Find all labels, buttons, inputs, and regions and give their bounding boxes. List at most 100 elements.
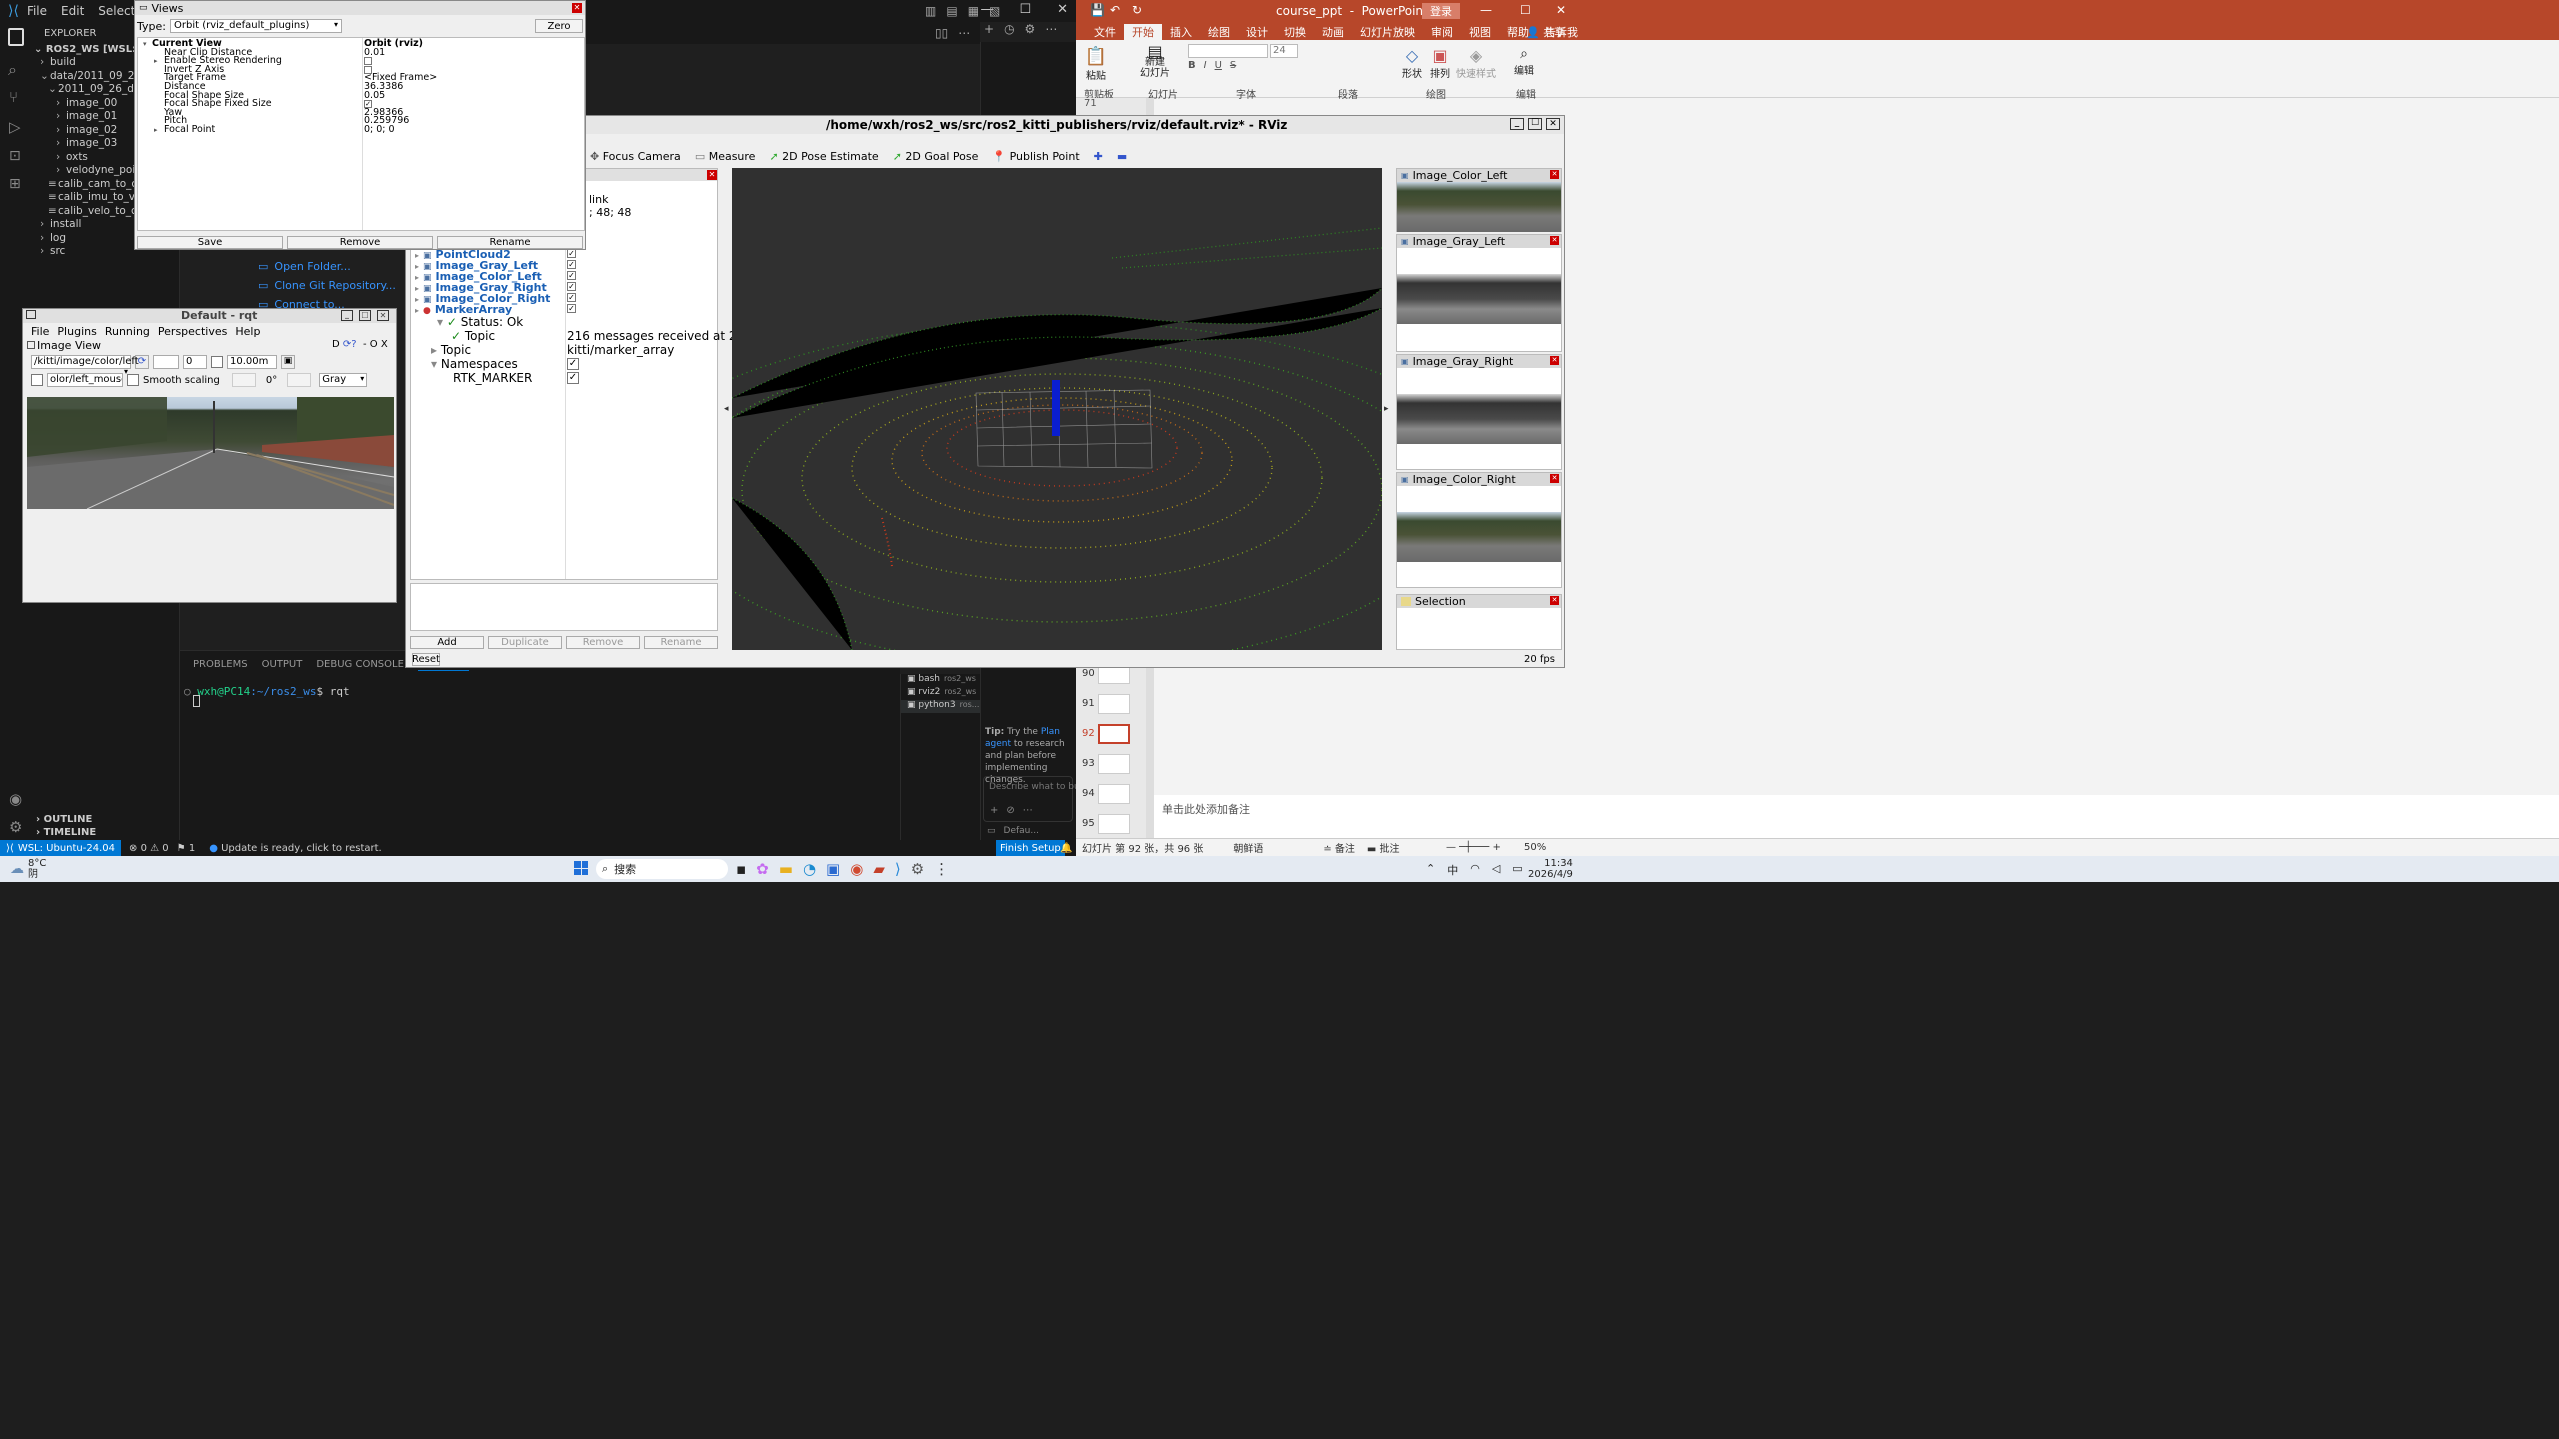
add-context-icon[interactable]: + (990, 805, 998, 816)
tray-chevron-icon[interactable]: ⌃ (1426, 862, 1435, 878)
camera-image[interactable] (27, 397, 394, 509)
view-property-row[interactable]: Focal Shape Fixed Size ✓ (138, 99, 584, 109)
tools-icon[interactable]: ⊘ (1006, 805, 1014, 816)
view-type-dropdown[interactable]: Orbit (rviz_default_plugins) ▾ (169, 19, 342, 33)
quick-style-button[interactable]: ◈ 快速样式 (1456, 46, 1496, 80)
add-tool-icon[interactable]: ✚ (1094, 150, 1103, 163)
namespaces-checkbox[interactable]: ✓ (567, 358, 579, 370)
rqt-maximize-icon[interactable]: ☐ (359, 310, 371, 321)
comments-toggle[interactable]: ▬ 批注 (1367, 840, 1400, 855)
add-display-button[interactable]: Add (410, 636, 484, 649)
taskbar-search[interactable]: ⌕ 搜索 (596, 859, 728, 879)
chat-settings-icon[interactable]: ⚙ (1025, 22, 1036, 42)
mouse-publish-checkbox[interactable] (31, 374, 43, 386)
vscode-icon[interactable]: ⟩ (895, 860, 901, 878)
ribbon-tab[interactable]: 设计 (1238, 24, 1276, 40)
start-button[interactable] (574, 861, 588, 875)
ports-indicator[interactable]: ⚑ 1 (177, 843, 196, 854)
files-icon[interactable] (8, 28, 24, 46)
font-size-box[interactable]: 24 (1270, 44, 1298, 58)
smooth-scaling-checkbox[interactable] (127, 374, 139, 386)
mouse-topic-input[interactable]: olor/left_mouse_left (47, 373, 123, 387)
finish-setup-button[interactable]: Finish Setup (996, 840, 1065, 856)
run-debug-icon[interactable]: ▷ (9, 118, 21, 136)
zero-button[interactable]: Zero (535, 19, 583, 33)
rqt-menu-file[interactable]: File (31, 325, 49, 338)
powerpoint-icon[interactable]: ▰ (873, 860, 885, 878)
rviz-close-icon[interactable]: ✕ (1546, 118, 1560, 130)
rqt-close-icon[interactable]: ✕ (377, 310, 389, 321)
remote-explorer-icon[interactable]: ⊡ (9, 148, 21, 164)
clock[interactable]: 11:34 2026/4/9 (1528, 858, 1573, 880)
taskview-icon[interactable]: ▪ (736, 860, 746, 878)
arrange-button[interactable]: ▣ 排列 (1430, 46, 1450, 80)
reset-button[interactable]: Reset (412, 653, 440, 666)
ribbon-tab[interactable]: 切换 (1276, 24, 1314, 40)
terminal-instance[interactable]: ▣ bash ros2_ws (901, 674, 980, 687)
property-checkbox[interactable] (364, 57, 372, 66)
views-close-icon[interactable]: ✕ (572, 3, 582, 13)
menu-edit[interactable]: Edit (61, 4, 84, 18)
views-remove-button[interactable]: Remove (287, 236, 433, 249)
marker-status-row[interactable]: ▾ ✓ Status: Ok (415, 315, 715, 329)
ppt-maximize-icon[interactable]: ☐ (1520, 3, 1531, 17)
ribbon-tab[interactable]: 审阅 (1423, 24, 1461, 40)
property-value[interactable]: 0; 0; 0 (364, 125, 395, 135)
display-enable-checkbox[interactable]: ✓ (567, 304, 576, 313)
layout-custom-icon[interactable]: ▧ (989, 4, 1000, 18)
outline-section[interactable]: › OUTLINE (36, 814, 92, 825)
store-icon[interactable]: ▣ (826, 860, 840, 878)
view-property-row[interactable]: ▸ Focal Point 0; 0; 0 (138, 125, 584, 135)
timeline-section[interactable]: › TIMELINE (36, 827, 96, 838)
rotate-right-button[interactable] (287, 373, 312, 387)
edit-button[interactable]: ⌕ 编辑 (1514, 46, 1534, 77)
split-editor-icon[interactable]: ▯▯ (935, 26, 948, 40)
slide-thumbnail[interactable] (1098, 724, 1130, 744)
update-indicator[interactable]: ● Update is ready, click to restart. (209, 843, 382, 854)
marker-topic-status-row[interactable]: ✓ Topic 216 messages received at 2.0 hz. (415, 329, 770, 343)
image-panel-close-icon[interactable]: ✕ (1550, 356, 1559, 365)
render-3d-view[interactable] (732, 168, 1382, 650)
italic-icon[interactable]: I (1204, 60, 1207, 71)
slide-thumbnail[interactable] (1098, 754, 1130, 774)
welcome-link[interactable]: ▭ Clone Git Repository... (258, 279, 396, 298)
selection-close-icon[interactable]: ✕ (1550, 596, 1559, 605)
input-language[interactable]: 中 (1447, 862, 1458, 878)
max-range-checkbox[interactable] (211, 356, 223, 368)
tool-measure[interactable]: ▭ Measure (695, 150, 756, 163)
displays-close-icon[interactable]: ✕ (707, 170, 717, 180)
ribbon-tab[interactable]: 文件 (1086, 24, 1124, 40)
layout-sidebar-icon[interactable]: ▥ (925, 4, 936, 18)
close-icon[interactable]: ✕ (1057, 2, 1068, 17)
layout-secondary-icon[interactable]: ▦ (968, 4, 979, 18)
display-enable-checkbox[interactable]: ✓ (567, 293, 576, 302)
chat-mode[interactable]: Defau... (1004, 826, 1039, 836)
remove-display-button[interactable]: Remove (566, 636, 640, 649)
view-property-row[interactable]: Yaw 2.98366 (138, 108, 584, 118)
ribbon-tab[interactable]: 视图 (1461, 24, 1499, 40)
accounts-icon[interactable]: ◉ (9, 790, 22, 808)
welcome-link[interactable]: ▭ Open Folder... (258, 260, 396, 279)
manage-gear-icon[interactable]: ⚙ (9, 818, 22, 836)
ribbon-tab[interactable]: 动画 (1314, 24, 1352, 40)
terminal-instance[interactable]: ▣ rviz2 ros2_ws (901, 687, 980, 700)
file-explorer-icon[interactable]: ▬ (779, 860, 793, 878)
max-range-spinbox[interactable]: 10.00m (227, 355, 277, 369)
property-value[interactable]: 0.05 (364, 91, 385, 101)
zoom-slider[interactable]: — ─┼─── + (1446, 842, 1501, 853)
wifi-icon[interactable]: ◠ (1470, 862, 1480, 878)
display-enable-checkbox[interactable]: ✓ (567, 282, 576, 291)
panel-tab[interactable]: OUTPUT (262, 659, 303, 671)
image-panel-close-icon[interactable]: ✕ (1550, 474, 1559, 483)
new-slide-button[interactable]: ▤ 新建 幻灯片 (1140, 44, 1170, 80)
zoom-level[interactable]: 50% (1524, 842, 1546, 853)
share-button[interactable]: 👤 共享 (1526, 24, 1565, 40)
display-enable-checkbox[interactable]: ✓ (567, 249, 576, 258)
plugin-help-icon[interactable]: ? (351, 339, 356, 350)
ribbon-tab[interactable]: 幻灯片放映 (1352, 24, 1423, 40)
chat-more-icon[interactable]: ⋯ (1045, 22, 1057, 42)
font-name-box[interactable] (1188, 44, 1268, 58)
plugin-float-icon[interactable]: O (370, 339, 378, 350)
paste-button[interactable]: 📋 粘贴 (1082, 46, 1110, 82)
slide-thumbnail[interactable] (1098, 814, 1130, 834)
